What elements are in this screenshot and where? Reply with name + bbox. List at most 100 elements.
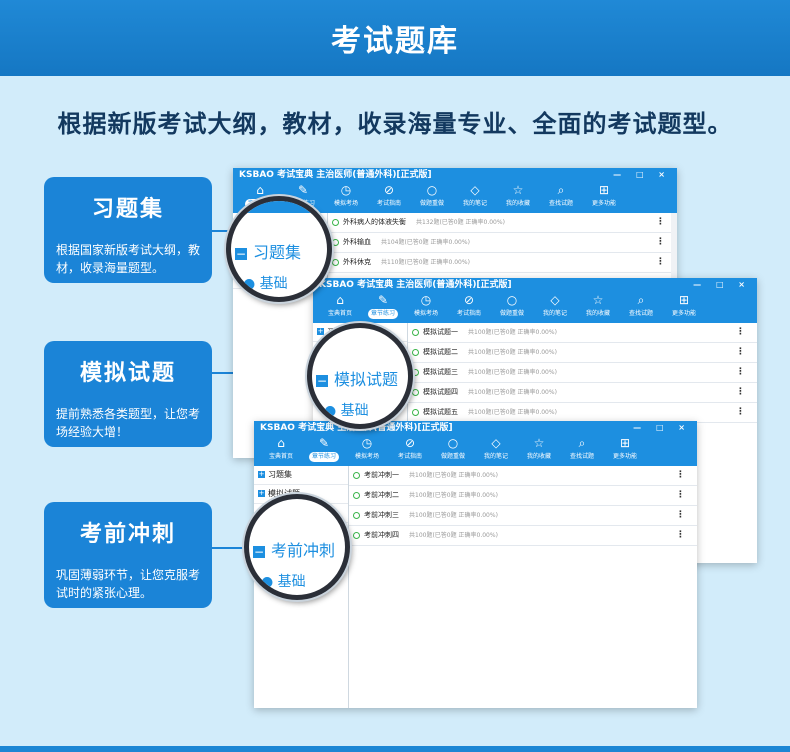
more-options-icon[interactable]: ⋮ [676, 486, 685, 505]
toolbar-label: 更多功能 [671, 310, 696, 317]
list-item[interactable]: 模拟试题一 共100题(已答0题 正确率0.00%) ⋮ [408, 323, 757, 343]
toolbar-button[interactable]: ⌂ 宝典首页 [319, 292, 361, 319]
list-item[interactable]: 考前冲刺一 共100题(已答0题 正确率0.00%) ⋮ [349, 466, 697, 486]
expand-icon[interactable]: + [258, 471, 265, 478]
toolbar: ⌂ 宝典首页 ✎ 章节练习 ◷ 模拟考场 ⊘ 考试指南 ○ 做题重做 ◇ 我的笔记 ☆ 我的收藏 ⌕ 查找试题… [313, 292, 757, 323]
list-item[interactable]: 模拟试题三 共100题(已答0题 正确率0.00%) ⋮ [408, 363, 757, 383]
more-options-icon[interactable]: ⋮ [676, 526, 685, 545]
list-item[interactable]: 外科休克 共110题(已答0题 正确率0.00%) ⋮ [328, 253, 677, 273]
toolbar-button[interactable]: ☆ 我的收藏 [497, 182, 539, 209]
status-circle-icon [332, 238, 339, 246]
question-list: 外科病人的体液失衡 共132题(已答0题 正确率0.00%) ⋮ 外科输血 共104题(… [328, 213, 677, 273]
star-icon: ☆ [533, 436, 545, 450]
toolbar-label: 做题重做 [440, 453, 465, 460]
status-circle-icon [412, 328, 419, 336]
list-item[interactable]: 考前冲刺三 共100题(已答0题 正确率0.00%) ⋮ [349, 506, 697, 526]
toolbar-button[interactable]: ⊘ 考试指南 [389, 435, 431, 462]
toolbar-button[interactable]: ⌂ 宝典首页 [260, 435, 302, 462]
more-options-icon[interactable]: ⋮ [736, 363, 745, 382]
toolbar-label: 模拟考场 [413, 310, 438, 317]
grid-icon: ⊞ [619, 436, 631, 450]
toolbar-button[interactable]: ○ 做题重做 [491, 292, 533, 319]
window-controls[interactable]: — □ × [633, 421, 691, 435]
list-item[interactable]: 外科病人的体液失衡 共132题(已答0题 正确率0.00%) ⋮ [328, 213, 677, 233]
toolbar-button[interactable]: ◇ 我的笔记 [454, 182, 496, 209]
toolbar-label: 我的收藏 [526, 453, 551, 460]
toolbar-button[interactable]: ⊘ 考试指南 [368, 182, 410, 209]
toolbar-button[interactable]: ⊞ 更多功能 [604, 435, 646, 462]
toolbar-button[interactable]: ⊞ 更多功能 [583, 182, 625, 209]
toolbar-label: 查找试题 [628, 310, 653, 317]
toolbar-label: 查找试题 [548, 200, 573, 207]
toolbar-button[interactable]: ☆ 我的收藏 [518, 435, 560, 462]
more-options-icon[interactable]: ⋮ [736, 343, 745, 362]
more-options-icon[interactable]: ⋮ [676, 506, 685, 525]
home-icon: ⌂ [277, 436, 285, 450]
toolbar-button[interactable]: ⌕ 查找试题 [561, 435, 603, 462]
bottom-accent-line [0, 746, 790, 752]
window-controls[interactable]: — □ × [693, 278, 751, 292]
magnifier-exercises: − 习题集 ● 基础 [226, 196, 332, 302]
toolbar-button[interactable]: ☆ 我的收藏 [577, 292, 619, 319]
compass-icon: ⊘ [383, 183, 395, 197]
toolbar-button[interactable]: ⊘ 考试指南 [448, 292, 490, 319]
toolbar-button[interactable]: ○ 做题重做 [432, 435, 474, 462]
feature-card-final-sprint: 考前冲刺 巩固薄弱环节，让您克服考试时的紧张心理。 [44, 502, 212, 608]
expand-icon[interactable]: + [258, 490, 265, 497]
status-circle-icon [332, 258, 339, 266]
more-options-icon[interactable]: ⋮ [656, 233, 665, 252]
toolbar-button[interactable]: ○ 做题重做 [411, 182, 453, 209]
expand-icon[interactable]: + [317, 328, 324, 335]
tag-icon: ◇ [550, 293, 560, 307]
list-item[interactable]: 模拟试题五 共100题(已答0题 正确率0.00%) ⋮ [408, 403, 757, 423]
toolbar-button[interactable]: ◷ 模拟考场 [325, 182, 367, 209]
toolbar-button[interactable]: ✎ 章节练习 [362, 292, 404, 319]
feature-card-mock-exams: 模拟试题 提前熟悉各类题型，让您考场经验大增！ [44, 341, 212, 447]
item-name: 模拟试题四 [423, 388, 458, 396]
list-item[interactable]: 考前冲刺四 共100题(已答0题 正确率0.00%) ⋮ [349, 526, 697, 546]
list-item[interactable]: 模拟试题二 共100题(已答0题 正确率0.00%) ⋮ [408, 343, 757, 363]
more-options-icon[interactable]: ⋮ [736, 323, 745, 342]
toolbar-label: 章节练习 [368, 309, 398, 319]
more-options-icon[interactable]: ⋮ [676, 466, 685, 485]
item-stats: 共100题(已答0题 正确率0.00%) [468, 409, 557, 416]
item-name: 考前冲刺二 [364, 491, 399, 499]
item-stats: 共100题(已答0题 正确率0.00%) [409, 532, 498, 539]
list-item[interactable]: 考前冲刺二 共100题(已答0题 正确率0.00%) ⋮ [349, 486, 697, 506]
toolbar-label: 我的笔记 [483, 453, 508, 460]
sidebar-item-label: 习题集 [268, 470, 292, 479]
toolbar-button[interactable]: ⌕ 查找试题 [540, 182, 582, 209]
window-controls[interactable]: — □ × [613, 168, 671, 182]
status-circle-icon [332, 218, 339, 226]
card-title: 考前冲刺 [79, 522, 176, 547]
more-options-icon[interactable]: ⋮ [656, 253, 665, 272]
item-stats: 共100题(已答0题 正确率0.00%) [409, 512, 498, 519]
toolbar-label: 我的笔记 [542, 310, 567, 317]
search-icon: ⌕ [578, 436, 586, 450]
item-name: 外科休克 [343, 258, 371, 266]
toolbar-button[interactable]: ⌕ 查找试题 [620, 292, 662, 319]
item-name: 考前冲刺三 [364, 511, 399, 519]
magnifier-label: − 考前冲刺 [253, 541, 336, 560]
more-options-icon[interactable]: ⋮ [736, 403, 745, 422]
tag-icon: ◇ [470, 183, 480, 197]
window-title-bar: KSBAO 考试宝典 主治医师(普通外科)[正式版] — □ × [313, 278, 757, 292]
question-list: 模拟试题一 共100题(已答0题 正确率0.00%) ⋮ 模拟试题二 共100题(已答0… [408, 323, 757, 423]
toolbar-button[interactable]: ◇ 我的笔记 [475, 435, 517, 462]
toolbar-button[interactable]: ◷ 模拟考场 [405, 292, 447, 319]
feature-card-exercises: 习题集 根据国家新版考试大纲，教材，收录海量题型。 [44, 177, 212, 283]
toolbar-button[interactable]: ◇ 我的笔记 [534, 292, 576, 319]
list-item[interactable]: 模拟试题四 共100题(已答0题 正确率0.00%) ⋮ [408, 383, 757, 403]
grid-icon: ⊞ [678, 293, 690, 307]
toolbar-button[interactable]: ⊞ 更多功能 [663, 292, 705, 319]
status-circle-icon [412, 388, 419, 396]
sidebar-item[interactable]: +习题集 [254, 466, 348, 485]
more-options-icon[interactable]: ⋮ [736, 383, 745, 402]
window-title-bar: KSBAO 考试宝典 主治医师(普通外科)[正式版] — □ × [233, 168, 677, 182]
more-options-icon[interactable]: ⋮ [656, 213, 665, 232]
list-item[interactable]: 外科输血 共104题(已答0题 正确率0.00%) ⋮ [328, 233, 677, 253]
toolbar-button[interactable]: ◷ 模拟考场 [346, 435, 388, 462]
toolbar-label: 更多功能 [591, 200, 616, 207]
toolbar-button[interactable]: ✎ 章节练习 [303, 435, 345, 462]
magnifier-sublabel: ● 基础 [324, 403, 369, 419]
